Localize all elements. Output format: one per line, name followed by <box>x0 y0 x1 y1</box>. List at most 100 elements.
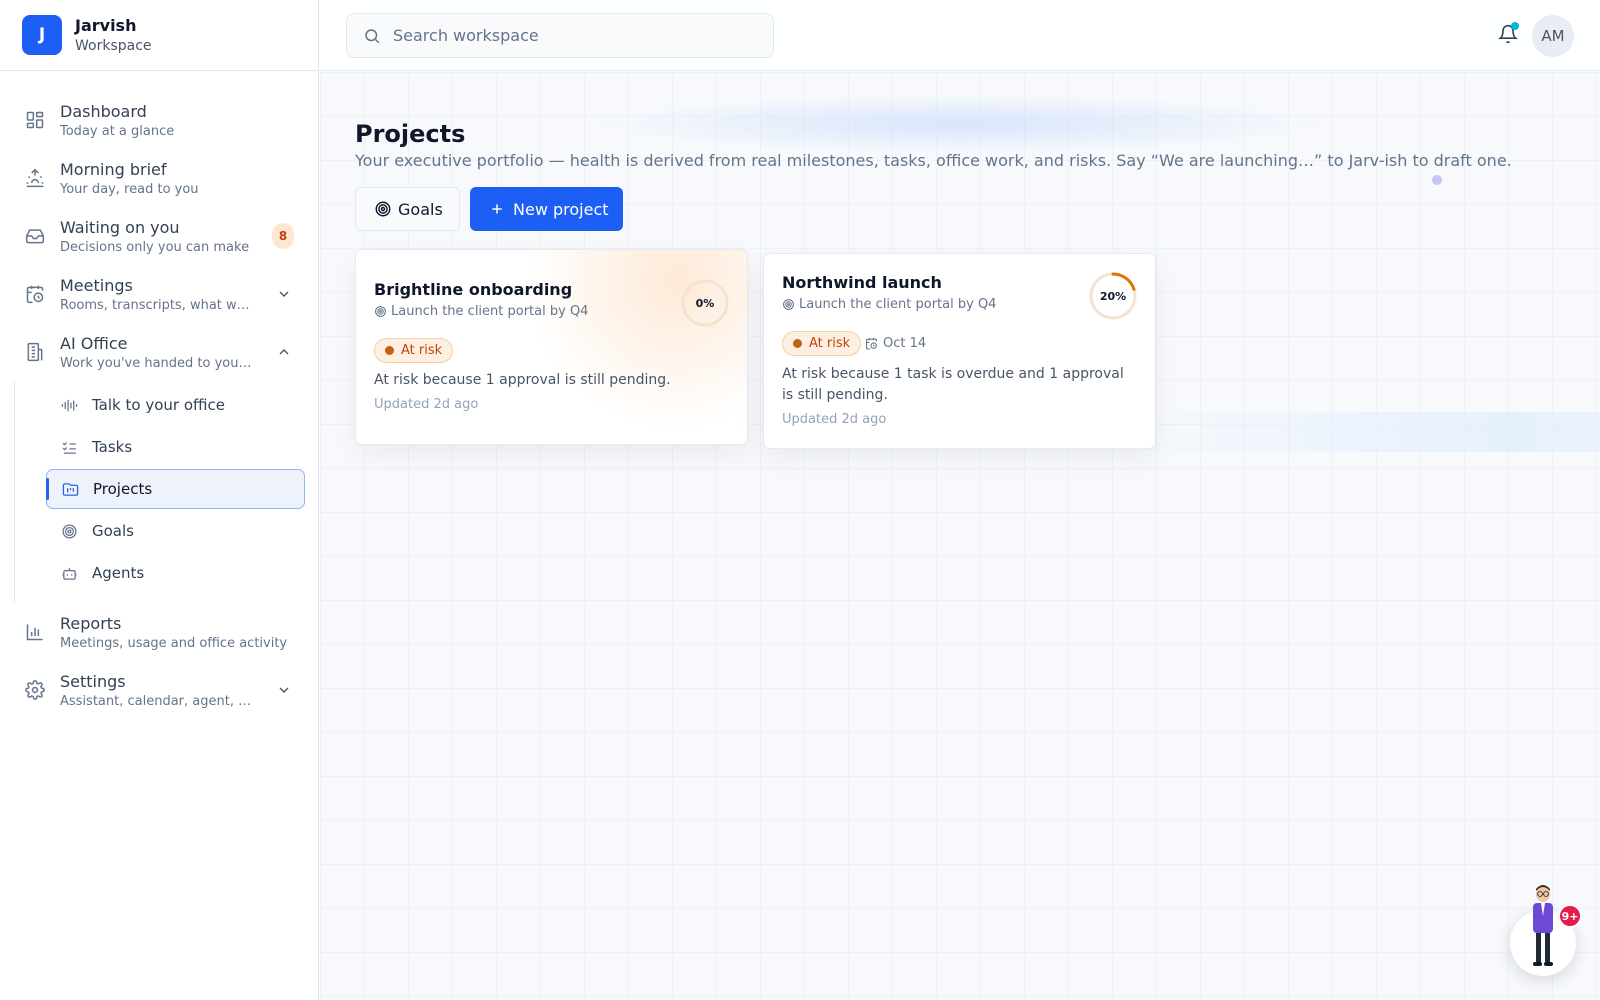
notifications-button[interactable] <box>1497 22 1520 46</box>
folder-kanban-icon <box>59 478 81 500</box>
sub-label: Talk to your office <box>92 396 225 414</box>
sidebar-item-morning-brief[interactable]: Morning brief Your day, read to you <box>0 149 318 207</box>
bar-chart-icon <box>24 621 46 643</box>
nav-text: Morning brief Your day, read to you <box>60 160 294 197</box>
nav-sub: Today at a glance <box>60 123 175 139</box>
status-text: At risk <box>401 343 443 358</box>
status-badge: At risk <box>782 331 862 356</box>
chevron-up-icon[interactable] <box>274 342 294 362</box>
sunrise-icon <box>24 167 46 189</box>
nav-sub: Decisions only you can make <box>60 239 250 255</box>
gear-icon <box>24 679 46 701</box>
nav-label: Dashboard <box>60 101 147 121</box>
status-dot <box>385 346 394 355</box>
sidebar-item-talk-to-office[interactable]: Talk to your office <box>46 385 305 425</box>
search-icon <box>361 25 383 47</box>
nav-text: Dashboard Today at a glance <box>60 102 294 139</box>
waiting-count-badge: 8 <box>272 223 294 249</box>
sidebar-item-projects[interactable]: Projects <box>46 469 305 509</box>
calendar-clock-icon <box>24 283 46 305</box>
plus-icon <box>492 204 502 214</box>
inbox-icon <box>24 225 46 247</box>
target-icon <box>375 306 386 317</box>
sidebar-item-waiting-on-you[interactable]: Waiting on you Decisions only you can ma… <box>0 207 318 265</box>
goals-button-label: Goals <box>398 199 443 219</box>
project-goal: Launch the client portal by Q4 <box>374 304 588 319</box>
brand-sub: Workspace <box>75 38 152 54</box>
progress-label: 0% <box>695 296 715 310</box>
target-icon <box>58 520 80 542</box>
project-goal-text: Launch the client portal by Q4 <box>799 297 997 312</box>
nav-label: Settings <box>60 671 126 691</box>
project-updated: Updated 2d ago <box>782 412 887 427</box>
sidebar-item-meetings[interactable]: Meetings Rooms, transcripts, what was... <box>0 265 318 323</box>
project-reason: At risk because 1 task is overdue and 1 … <box>782 366 1124 403</box>
avatar[interactable]: AM <box>1532 15 1574 57</box>
sidebar-item-dashboard[interactable]: Dashboard Today at a glance <box>0 91 318 149</box>
chevron-down-icon[interactable] <box>274 680 294 700</box>
bot-icon <box>58 562 80 584</box>
sidebar-item-tasks[interactable]: Tasks <box>46 427 305 467</box>
sidebar-item-settings[interactable]: Settings Assistant, calendar, agent, bil… <box>0 661 318 719</box>
brand-text: Jarvish Workspace <box>75 16 152 54</box>
decorative-dot <box>1432 175 1442 185</box>
brand-name: Jarvish <box>75 16 137 35</box>
project-reason: At risk because 1 approval is still pend… <box>374 372 671 388</box>
chevron-down-icon[interactable] <box>274 284 294 304</box>
search-input[interactable] <box>393 26 763 45</box>
progress-label: 20% <box>1099 289 1127 303</box>
sub-label: Agents <box>92 564 145 582</box>
progress-ring: 20% <box>1088 271 1138 321</box>
list-checks-icon <box>58 436 80 458</box>
progress-ring: 0% <box>680 278 730 328</box>
sub-label: Goals <box>92 522 134 540</box>
sidebar-item-ai-office[interactable]: AI Office Work you've handed to your ... <box>0 323 318 381</box>
nav-text: Reports Meetings, usage and office activ… <box>60 614 294 651</box>
nav-sub: Rooms, transcripts, what was... <box>60 297 255 313</box>
sub-label: Tasks <box>92 438 133 456</box>
project-card[interactable]: Northwind launch Launch the client porta… <box>763 253 1156 449</box>
dashboard-grid-icon <box>24 109 46 131</box>
assistant-avatar-icon <box>1533 885 1553 966</box>
page-title: Projects <box>355 120 466 148</box>
sidebar-item-reports[interactable]: Reports Meetings, usage and office activ… <box>0 603 318 661</box>
brand[interactable]: J Jarvish Workspace <box>0 0 318 71</box>
main-nav: Dashboard Today at a glance Morning brie… <box>0 71 318 719</box>
decorative-glow <box>1120 412 1600 452</box>
ai-office-subnav: Talk to your office Tasks Projects Goals <box>14 381 318 603</box>
sub-label: Projects <box>93 480 153 498</box>
nav-text: Meetings Rooms, transcripts, what was... <box>60 276 274 313</box>
brand-logo: J <box>22 15 62 55</box>
assistant-launcher[interactable]: 9+ <box>1510 885 1582 976</box>
nav-sub: Your day, read to you <box>60 181 199 197</box>
project-card[interactable]: Brightline onboarding Launch the client … <box>355 249 748 445</box>
target-icon <box>375 201 391 217</box>
due-date-text: Oct 14 <box>883 336 927 351</box>
nav-label: AI Office <box>60 333 128 353</box>
nav-sub: Work you've handed to your ... <box>60 355 255 371</box>
decorative-glow <box>590 94 1330 154</box>
status-text: At risk <box>809 336 851 351</box>
project-title: Brightline onboarding <box>374 280 573 299</box>
search-box[interactable] <box>346 13 774 58</box>
main-content: Projects Your executive portfolio — heal… <box>320 72 1600 1000</box>
page-description: Your executive portfolio — health is der… <box>355 151 1512 170</box>
notification-dot <box>1511 22 1519 30</box>
nav-label: Waiting on you <box>60 217 180 237</box>
sidebar-item-agents[interactable]: Agents <box>46 553 305 593</box>
nav-label: Morning brief <box>60 159 167 179</box>
sidebar: J Jarvish Workspace Dashboard Today at a… <box>0 0 319 1000</box>
nav-label: Meetings <box>60 275 133 295</box>
nav-text: AI Office Work you've handed to your ... <box>60 334 274 371</box>
new-project-button[interactable]: New project <box>470 187 623 231</box>
nav-text: Settings Assistant, calendar, agent, bil… <box>60 672 274 709</box>
target-icon <box>783 299 794 310</box>
top-bar: AM <box>320 0 1600 71</box>
project-updated: Updated 2d ago <box>374 397 479 412</box>
sidebar-item-goals[interactable]: Goals <box>46 511 305 551</box>
nav-sub: Meetings, usage and office activity <box>60 635 288 651</box>
goals-button[interactable]: Goals <box>355 187 460 231</box>
calendar-clock-icon <box>866 338 877 350</box>
status-dot <box>793 339 802 348</box>
nav-sub: Assistant, calendar, agent, bil... <box>60 693 255 709</box>
